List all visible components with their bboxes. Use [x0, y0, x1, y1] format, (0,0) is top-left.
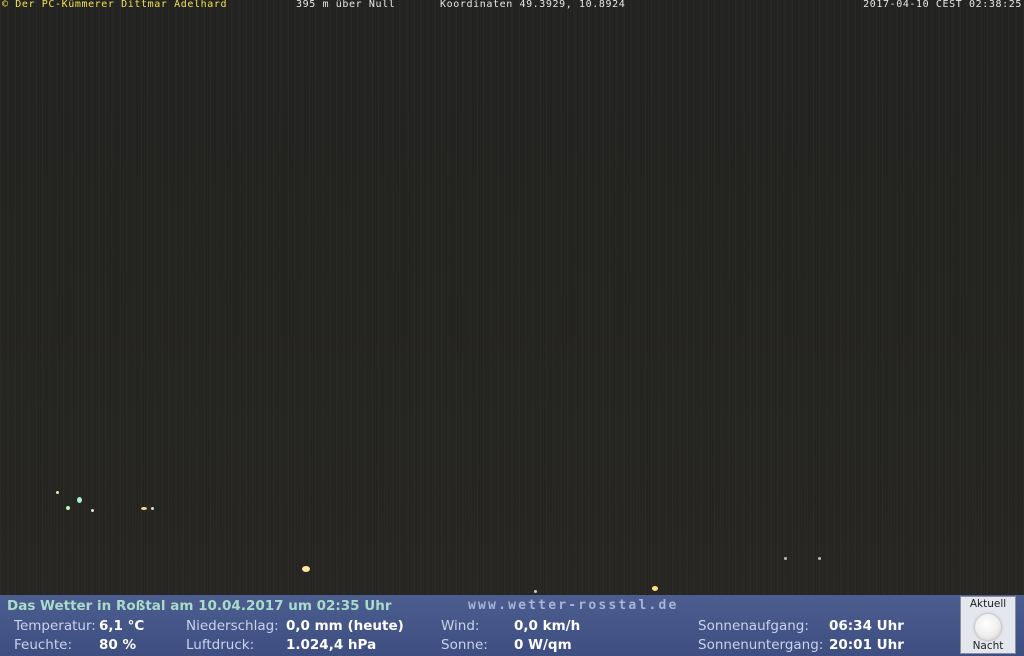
sunrise-value: 06:34 Uhr — [829, 618, 904, 634]
altitude-text: 395 m über Null — [296, 0, 396, 10]
weather-panel: Das Wetter in Roßtal am 10.04.2017 um 02… — [0, 595, 1024, 656]
coordinates-text: Koordinaten 49.3929, 10.8924 — [440, 0, 626, 10]
wind-value: 0,0 km/h — [514, 618, 581, 634]
sunset-label: Sonnenuntergang: — [698, 637, 824, 653]
site-url: www.wetter-rosstal.de — [468, 598, 679, 613]
weather-headline: Das Wetter in Roßtal am 10.04.2017 um 02… — [7, 598, 392, 614]
overlay-bar: © Der PC-Kümmerer Dittmar Adelhard 395 m… — [0, 0, 1024, 12]
town-light — [77, 497, 82, 503]
pressure-label: Luftdruck: — [186, 637, 255, 653]
sunrise-label: Sonnenaufgang: — [698, 618, 809, 634]
sunset-value: 20:01 Uhr — [829, 637, 904, 653]
timestamp-text: 2017-04-10 CEST 02:38:25 — [863, 0, 1022, 10]
town-light — [91, 509, 94, 512]
precip-label: Niederschlag: — [186, 618, 279, 634]
sun-label: Sonne: — [441, 637, 488, 653]
distant-light — [784, 557, 787, 560]
sun-value: 0 W/qm — [514, 637, 572, 653]
humidity-label: Feuchte: — [14, 637, 73, 653]
town-light — [151, 507, 154, 510]
precip-value: 0,0 mm (heute) — [286, 618, 404, 634]
temperature-value: 6,1 °C — [99, 618, 145, 634]
distant-light — [818, 557, 821, 560]
moon-phase-box: Aktuell Nacht — [960, 596, 1016, 654]
credit-text: © Der PC-Kümmerer Dittmar Adelhard — [2, 0, 228, 10]
wind-label: Wind: — [441, 618, 480, 634]
webcam-night-image — [0, 0, 1024, 595]
street-light — [652, 586, 658, 591]
humidity-value: 80 % — [99, 637, 137, 653]
town-light — [141, 507, 147, 510]
moon-label-current: Aktuell — [969, 598, 1007, 610]
pressure-value: 1.024,4 hPa — [286, 637, 377, 653]
moon-label-night: Nacht — [972, 640, 1004, 652]
town-light — [56, 491, 59, 494]
street-light — [302, 566, 310, 572]
moon-icon — [975, 614, 1001, 640]
distant-light — [534, 590, 537, 593]
town-light — [66, 506, 70, 510]
temperature-label: Temperatur: — [14, 618, 96, 634]
